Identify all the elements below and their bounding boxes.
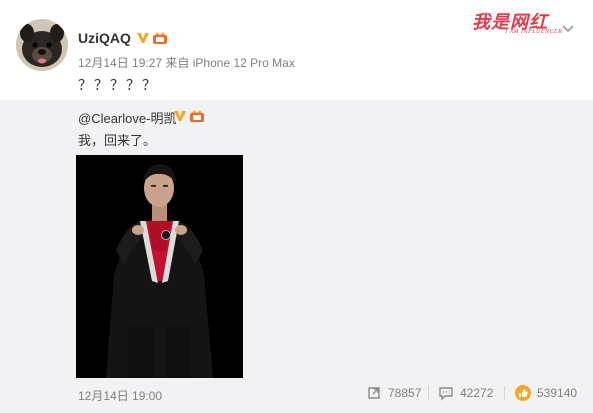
avatar[interactable]	[16, 19, 68, 71]
repost-button[interactable]: 78857	[366, 383, 421, 403]
repost-block: @Clearlove-明凯 我，回来了。 12月14日 19:00 78857 …	[0, 100, 593, 413]
post-meta: 12月14日 19:27 来自 iPhone 12 Pro Max	[78, 54, 295, 71]
like-icon	[515, 385, 531, 401]
repost-icon	[368, 387, 380, 399]
repost-member-crown-icon	[190, 110, 204, 122]
repost-photo[interactable]	[76, 155, 243, 378]
verified-v-icon	[137, 33, 149, 43]
comment-count: 42272	[460, 386, 494, 400]
post-time[interactable]: 12月14日 19:27	[78, 56, 162, 70]
member-crown-icon	[153, 32, 167, 44]
repost-verified-v-icon	[174, 111, 186, 121]
avatar-dog-image	[16, 19, 68, 71]
repost-author-name[interactable]: @Clearlove-明凯	[78, 111, 176, 126]
repost-photo-image	[76, 155, 243, 378]
chevron-down-icon[interactable]	[561, 22, 575, 36]
repost-author-link[interactable]: @Clearlove-明凯	[78, 108, 176, 127]
stat-divider	[504, 386, 505, 400]
watermark-subtitle: I AM INFLUENCER	[505, 29, 563, 35]
comment-icon	[439, 387, 453, 401]
repost-time[interactable]: 12月14日 19:00	[78, 387, 162, 404]
like-count: 539140	[537, 386, 578, 400]
post-header: UziQAQ 12月14日 19:27 来自 iPhone 12 Pro Max…	[0, 0, 593, 100]
source-prefix: 来自	[165, 56, 190, 70]
comment-button[interactable]: 42272	[438, 383, 493, 403]
stat-divider	[428, 386, 429, 400]
post-source: iPhone 12 Pro Max	[192, 56, 295, 70]
post-text: ？？？？？	[78, 77, 158, 93]
repost-count: 78857	[388, 386, 422, 400]
author-name[interactable]: UziQAQ	[78, 30, 131, 46]
repost-text: 我，回来了。	[78, 133, 157, 148]
like-button[interactable]: 539140	[515, 383, 577, 403]
